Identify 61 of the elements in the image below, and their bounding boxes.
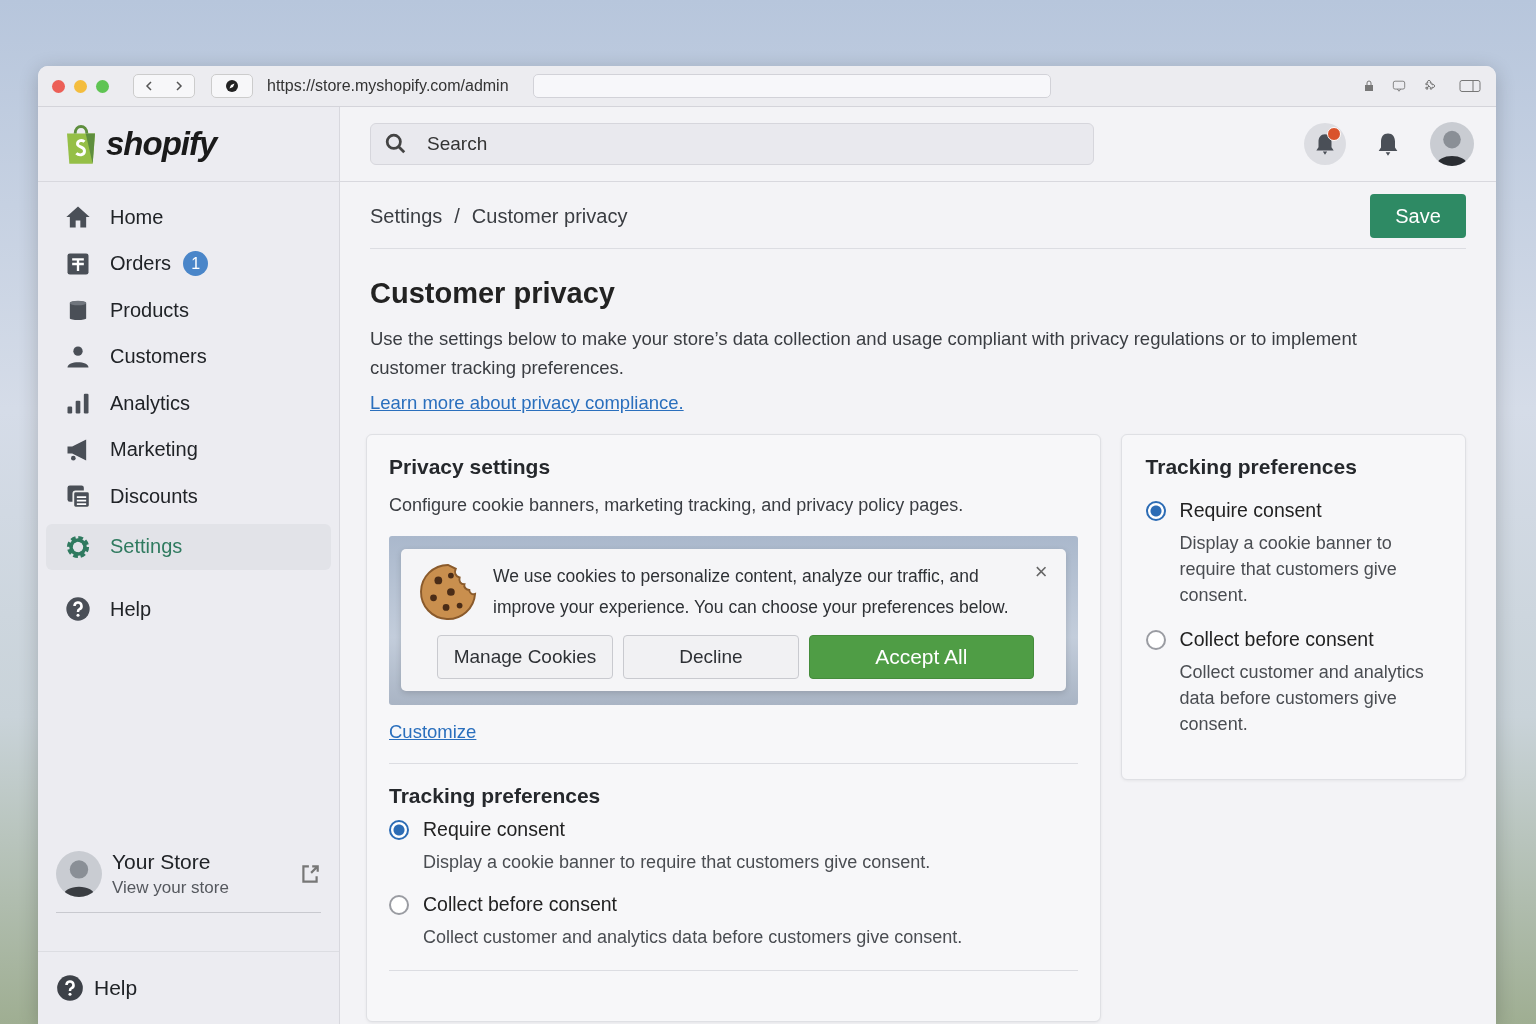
- user-avatar[interactable]: [1430, 122, 1474, 166]
- option-description: Collect customer and analytics data before customers give consent.: [423, 926, 963, 949]
- customize-link[interactable]: Customize: [389, 721, 477, 743]
- cookie-message: We use cookies to personalize content, analyze our traffic, and improve your experience. You can choose your preferences below.: [493, 565, 1010, 619]
- sidebar-item[interactable]: Customers: [46, 333, 331, 380]
- cookie-icon: [419, 563, 477, 621]
- option-label: Collect before consent: [1179, 628, 1375, 651]
- sidebar-item[interactable]: Settings: [46, 523, 331, 570]
- external-link-icon[interactable]: [299, 863, 321, 885]
- sidebar-item[interactable]: Analytics: [46, 380, 331, 427]
- privacy-compliance-link[interactable]: Learn more about privacy compliance.: [370, 392, 684, 414]
- store-name: Your Store: [112, 850, 212, 874]
- close-button[interactable]: ×: [1034, 561, 1048, 583]
- help-icon: [64, 595, 92, 624]
- sidebar-item[interactable]: Orders 1: [46, 240, 331, 287]
- radio-button[interactable]: [389, 820, 409, 840]
- page-description: Use the settings below to make your store’s data collection and usage compliant with privacy regulations or to implement customer tracking preferences.: [370, 327, 1358, 380]
- logo-text: shopify: [106, 125, 217, 163]
- compass-icon: [225, 79, 239, 93]
- option-description: Display a cookie banner to require that customers give consent.: [1179, 532, 1398, 607]
- option-label: Require consent: [423, 818, 566, 841]
- lock-icon: [1362, 79, 1376, 93]
- card-title: Tracking preferences: [1145, 455, 1358, 479]
- breadcrumb-item[interactable]: Settings: [370, 204, 443, 228]
- cookie-option-button[interactable]: Decline: [623, 635, 799, 679]
- view-store-link[interactable]: View your store: [112, 878, 289, 898]
- page-title: Customer privacy: [370, 277, 616, 310]
- notifications-button[interactable]: [1304, 123, 1346, 165]
- section-title: Tracking preferences: [389, 784, 602, 808]
- help-icon: [56, 974, 84, 1002]
- card-description: Configure cookie banners, marketing tracking, and privacy policy pages.: [389, 495, 965, 516]
- option-description: Collect customer and analytics data before customers give consent.: [1179, 661, 1425, 736]
- close-window-button[interactable]: [52, 79, 65, 93]
- search-icon: [385, 133, 407, 155]
- compass-button[interactable]: [211, 74, 253, 98]
- breadcrumb-separator: /: [454, 204, 460, 228]
- puzzle-icon[interactable]: [1422, 79, 1436, 93]
- sidebar-item[interactable]: Home: [46, 194, 331, 241]
- card-title: Privacy settings: [389, 455, 552, 479]
- avatar: [56, 851, 102, 897]
- option-label: Require consent: [1179, 499, 1323, 522]
- count-badge: 1: [183, 251, 209, 277]
- chat-icon[interactable]: [1392, 79, 1406, 93]
- radio-button[interactable]: [1145, 501, 1166, 521]
- unread-dot: [1327, 127, 1341, 141]
- search-field[interactable]: Search: [370, 123, 1094, 165]
- sidebar-toggle-icon[interactable]: [1458, 79, 1482, 93]
- sidebar-item[interactable]: Products: [46, 287, 331, 334]
- save-button[interactable]: Save: [1370, 194, 1466, 238]
- sidebar-item[interactable]: Help: [46, 586, 331, 633]
- radio-button[interactable]: [389, 895, 409, 915]
- radio-button[interactable]: [1145, 630, 1166, 650]
- sidebar-item[interactable]: Marketing: [46, 426, 331, 473]
- maximize-window-button[interactable]: [96, 79, 109, 93]
- cookie-option-button[interactable]: Manage Cookies: [437, 635, 613, 679]
- option-description: Display a cookie banner to require that customers give consent.: [423, 851, 931, 874]
- breadcrumb-item: Customer privacy: [471, 204, 628, 228]
- help-link[interactable]: Help: [38, 951, 339, 1024]
- sidebar-item[interactable]: Discounts: [46, 473, 331, 520]
- option-label: Collect before consent: [423, 893, 619, 916]
- address-url[interactable]: https://store.myshopify.com/admin: [267, 77, 509, 95]
